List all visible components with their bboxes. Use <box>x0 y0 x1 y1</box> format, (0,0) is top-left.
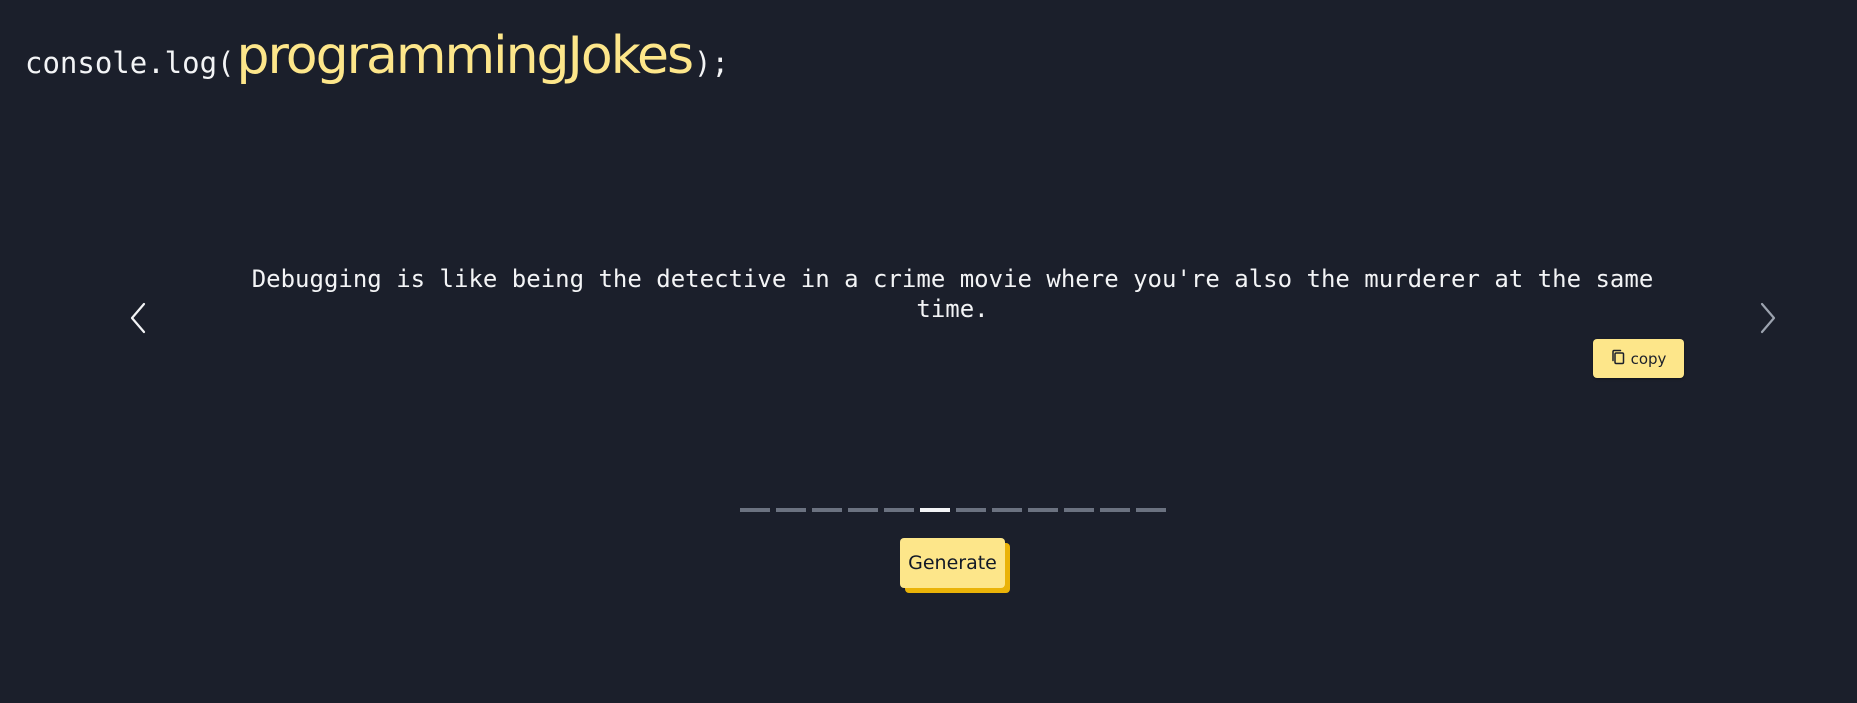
slide-indicator[interactable] <box>920 508 950 512</box>
logo-highlight: programmingJokes <box>236 26 695 86</box>
previous-joke-button[interactable] <box>120 300 156 336</box>
slide-indicator[interactable] <box>812 508 842 512</box>
slide-indicator[interactable] <box>1064 508 1094 512</box>
copy-icon <box>1611 349 1625 369</box>
chevron-right-icon <box>1758 301 1778 335</box>
slide-indicators <box>740 508 1166 512</box>
slide-indicator[interactable] <box>884 508 914 512</box>
chevron-left-icon <box>128 301 148 335</box>
next-joke-button[interactable] <box>1750 300 1786 336</box>
slide-indicator[interactable] <box>1100 508 1130 512</box>
site-logo: console.log( programmingJokes ); <box>25 26 729 96</box>
logo-prefix: console.log( <box>25 46 235 80</box>
copy-button[interactable]: copy <box>1593 339 1684 378</box>
slide-indicator[interactable] <box>1028 508 1058 512</box>
slide-indicator[interactable] <box>776 508 806 512</box>
copy-button-label: copy <box>1630 349 1667 368</box>
logo-suffix: ); <box>694 46 729 80</box>
joke-text: Debugging is like being the detective in… <box>251 265 1654 323</box>
generate-button-wrapper: Generate <box>900 538 1011 594</box>
generate-button[interactable]: Generate <box>900 538 1005 588</box>
slide-indicator[interactable] <box>1136 508 1166 512</box>
slide-indicator[interactable] <box>848 508 878 512</box>
slide-indicator[interactable] <box>956 508 986 512</box>
slide-indicator[interactable] <box>992 508 1022 512</box>
slide-indicator[interactable] <box>740 508 770 512</box>
